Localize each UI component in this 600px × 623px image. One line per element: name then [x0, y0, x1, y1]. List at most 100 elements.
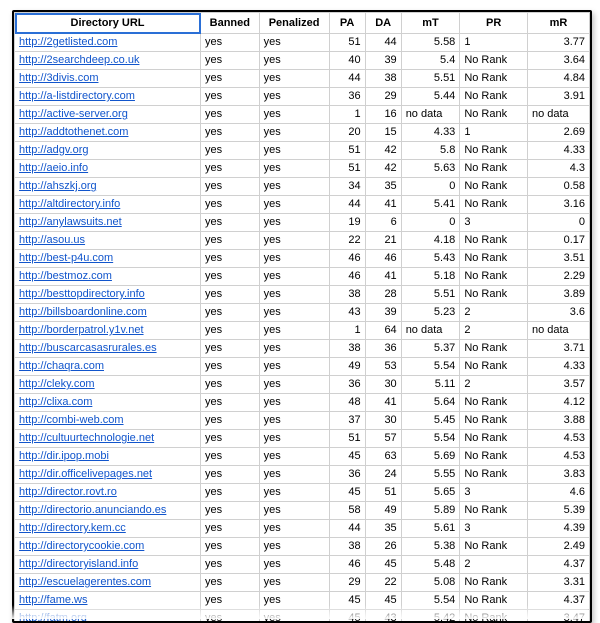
table-row[interactable]: http://directorycookie.comyesyes38265.38…: [15, 538, 590, 556]
table-row[interactable]: http://altdirectory.infoyesyes44415.41No…: [15, 196, 590, 214]
cell-url[interactable]: http://adgv.org: [15, 142, 201, 160]
directory-url-link[interactable]: http://directory.kem.cc: [19, 522, 126, 534]
cell-url[interactable]: http://borderpatrol.y1v.net: [15, 322, 201, 340]
table-row[interactable]: http://cleky.comyesyes36305.1123.57: [15, 376, 590, 394]
table-row[interactable]: http://dir.ipop.mobiyesyes45635.69No Ran…: [15, 448, 590, 466]
cell-url[interactable]: http://billsboardonline.com: [15, 304, 201, 322]
cell-url[interactable]: http://a-listdirectory.com: [15, 88, 201, 106]
table-row[interactable]: http://bestmoz.comyesyes46415.18No Rank2…: [15, 268, 590, 286]
directory-url-link[interactable]: http://altdirectory.info: [19, 198, 120, 210]
cell-url[interactable]: http://2searchdeep.co.uk: [15, 52, 201, 70]
cell-url[interactable]: http://chaqra.com: [15, 358, 201, 376]
directory-url-link[interactable]: http://fame.ws: [19, 594, 87, 606]
directory-url-link[interactable]: http://addtothenet.com: [19, 126, 128, 138]
table-row[interactable]: http://addtothenet.comyesyes20154.3312.6…: [15, 124, 590, 142]
cell-url[interactable]: http://clixa.com: [15, 394, 201, 412]
directory-url-link[interactable]: http://dir.officelivepages.net: [19, 468, 152, 480]
cell-url[interactable]: http://fatm.org: [15, 610, 201, 623]
col-header-penalized[interactable]: Penalized: [259, 13, 329, 34]
directory-url-link[interactable]: http://directoryisland.info: [19, 558, 138, 570]
table-row[interactable]: http://3divis.comyesyes44385.51No Rank4.…: [15, 70, 590, 88]
cell-url[interactable]: http://best-p4u.com: [15, 250, 201, 268]
table-row[interactable]: http://adgv.orgyesyes51425.8No Rank4.33: [15, 142, 590, 160]
directory-url-link[interactable]: http://billsboardonline.com: [19, 306, 147, 318]
directory-url-link[interactable]: http://2getlisted.com: [19, 36, 117, 48]
cell-url[interactable]: http://active-server.org: [15, 106, 201, 124]
cell-url[interactable]: http://cleky.com: [15, 376, 201, 394]
directory-url-link[interactable]: http://escuelagerentes.com: [19, 576, 151, 588]
directory-url-link[interactable]: http://directorycookie.com: [19, 540, 144, 552]
cell-url[interactable]: http://anylawsuits.net: [15, 214, 201, 232]
table-row[interactable]: http://directorio.anunciando.esyesyes584…: [15, 502, 590, 520]
directory-url-link[interactable]: http://ahszkj.org: [19, 180, 97, 192]
directory-url-link[interactable]: http://adgv.org: [19, 144, 89, 156]
cell-url[interactable]: http://asou.us: [15, 232, 201, 250]
cell-url[interactable]: http://fame.ws: [15, 592, 201, 610]
cell-url[interactable]: http://combi-web.com: [15, 412, 201, 430]
directory-url-link[interactable]: http://fatm.org: [19, 612, 87, 623]
table-row[interactable]: http://active-server.orgyesyes116no data…: [15, 106, 590, 124]
directory-url-link[interactable]: http://buscarcasasrurales.es: [19, 342, 157, 354]
directory-url-link[interactable]: http://directorio.anunciando.es: [19, 504, 166, 516]
table-row[interactable]: http://besttopdirectory.infoyesyes38285.…: [15, 286, 590, 304]
directory-url-link[interactable]: http://combi-web.com: [19, 414, 124, 426]
table-row[interactable]: http://fatm.orgyesyes45435.42No Rank3.47: [15, 610, 590, 623]
cell-url[interactable]: http://director.rovt.ro: [15, 484, 201, 502]
directory-url-link[interactable]: http://director.rovt.ro: [19, 486, 117, 498]
cell-url[interactable]: http://aeio.info: [15, 160, 201, 178]
directory-url-link[interactable]: http://chaqra.com: [19, 360, 104, 372]
directory-url-link[interactable]: http://asou.us: [19, 234, 85, 246]
table-row[interactable]: http://fame.wsyesyes45455.54No Rank4.37: [15, 592, 590, 610]
spreadsheet-grid[interactable]: Directory URL Banned Penalized PA DA mT …: [12, 10, 592, 623]
directory-url-link[interactable]: http://anylawsuits.net: [19, 216, 122, 228]
table-row[interactable]: http://director.rovt.royesyes45515.6534.…: [15, 484, 590, 502]
cell-url[interactable]: http://2getlisted.com: [15, 34, 201, 52]
cell-url[interactable]: http://dir.ipop.mobi: [15, 448, 201, 466]
directory-url-link[interactable]: http://cultuurtechnologie.net: [19, 432, 154, 444]
directory-url-link[interactable]: http://a-listdirectory.com: [19, 90, 135, 102]
table-row[interactable]: http://2searchdeep.co.ukyesyes40395.4No …: [15, 52, 590, 70]
cell-url[interactable]: http://directorio.anunciando.es: [15, 502, 201, 520]
table-row[interactable]: http://dir.officelivepages.netyesyes3624…: [15, 466, 590, 484]
col-header-url[interactable]: Directory URL: [15, 13, 201, 34]
table-row[interactable]: http://anylawsuits.netyesyes196030: [15, 214, 590, 232]
table-row[interactable]: http://ahszkj.orgyesyes34350No Rank0.58: [15, 178, 590, 196]
cell-url[interactable]: http://altdirectory.info: [15, 196, 201, 214]
table-row[interactable]: http://asou.usyesyes22214.18No Rank0.17: [15, 232, 590, 250]
directory-url-link[interactable]: http://aeio.info: [19, 162, 88, 174]
table-row[interactable]: http://billsboardonline.comyesyes43395.2…: [15, 304, 590, 322]
table-row[interactable]: http://2getlisted.comyesyes51445.5813.77: [15, 34, 590, 52]
table-row[interactable]: http://directory.kem.ccyesyes44355.6134.…: [15, 520, 590, 538]
directory-url-link[interactable]: http://best-p4u.com: [19, 252, 113, 264]
directory-url-link[interactable]: http://besttopdirectory.info: [19, 288, 145, 300]
cell-url[interactable]: http://directory.kem.cc: [15, 520, 201, 538]
directory-url-link[interactable]: http://borderpatrol.y1v.net: [19, 324, 144, 336]
cell-url[interactable]: http://addtothenet.com: [15, 124, 201, 142]
directory-url-link[interactable]: http://cleky.com: [19, 378, 95, 390]
directory-url-link[interactable]: http://2searchdeep.co.uk: [19, 54, 139, 66]
table-row[interactable]: http://clixa.comyesyes48415.64No Rank4.1…: [15, 394, 590, 412]
cell-url[interactable]: http://bestmoz.com: [15, 268, 201, 286]
table-row[interactable]: http://a-listdirectory.comyesyes36295.44…: [15, 88, 590, 106]
table-row[interactable]: http://borderpatrol.y1v.netyesyes164no d…: [15, 322, 590, 340]
directory-url-link[interactable]: http://3divis.com: [19, 72, 98, 84]
directory-url-link[interactable]: http://clixa.com: [19, 396, 92, 408]
cell-url[interactable]: http://3divis.com: [15, 70, 201, 88]
table-row[interactable]: http://cultuurtechnologie.netyesyes51575…: [15, 430, 590, 448]
col-header-pr[interactable]: PR: [460, 13, 528, 34]
table-row[interactable]: http://best-p4u.comyesyes46465.43No Rank…: [15, 250, 590, 268]
cell-url[interactable]: http://directorycookie.com: [15, 538, 201, 556]
cell-url[interactable]: http://besttopdirectory.info: [15, 286, 201, 304]
cell-url[interactable]: http://cultuurtechnologie.net: [15, 430, 201, 448]
col-header-banned[interactable]: Banned: [201, 13, 260, 34]
cell-url[interactable]: http://escuelagerentes.com: [15, 574, 201, 592]
col-header-mr[interactable]: mR: [527, 13, 589, 34]
table-row[interactable]: http://aeio.infoyesyes51425.63No Rank4.3: [15, 160, 590, 178]
cell-url[interactable]: http://buscarcasasrurales.es: [15, 340, 201, 358]
directory-url-link[interactable]: http://active-server.org: [19, 108, 128, 120]
cell-url[interactable]: http://ahszkj.org: [15, 178, 201, 196]
table-row[interactable]: http://directoryisland.infoyesyes46455.4…: [15, 556, 590, 574]
table-row[interactable]: http://escuelagerentes.comyesyes29225.08…: [15, 574, 590, 592]
col-header-pa[interactable]: PA: [329, 13, 365, 34]
table-row[interactable]: http://chaqra.comyesyes49535.54No Rank4.…: [15, 358, 590, 376]
